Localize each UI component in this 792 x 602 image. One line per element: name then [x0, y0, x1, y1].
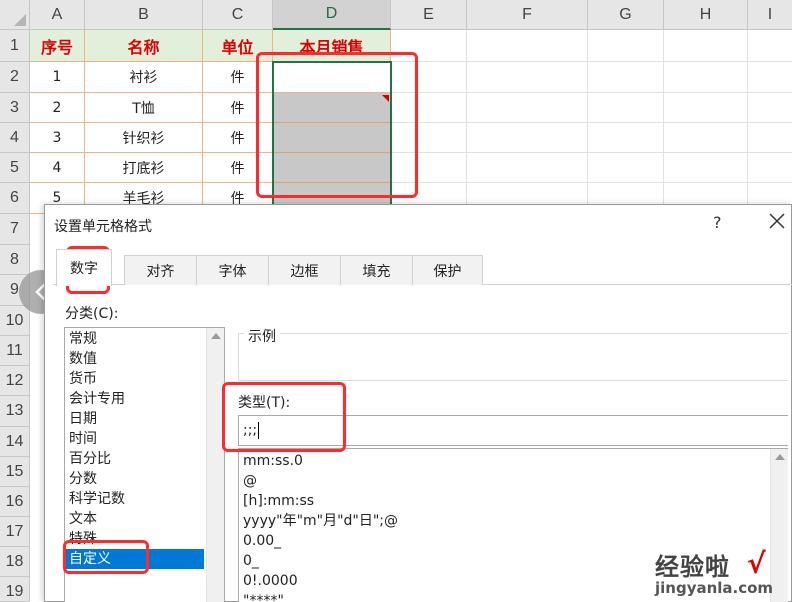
cell-a3[interactable]: 2	[30, 93, 85, 123]
row-header-12[interactable]: 12	[0, 366, 30, 396]
row-header-10[interactable]: 10	[0, 306, 30, 336]
tab-font[interactable]: 字体	[196, 255, 269, 285]
help-button[interactable]: ?	[713, 213, 722, 232]
format-code-item[interactable]: "****"	[243, 591, 284, 602]
tab-protection[interactable]: 保护	[412, 255, 483, 285]
col-header-h[interactable]: H	[664, 0, 748, 30]
row-header-3[interactable]: 3	[0, 93, 30, 123]
category-scrollbar[interactable]	[206, 328, 224, 602]
format-code-item[interactable]: [h]:mm:ss	[243, 491, 314, 511]
cell-b2[interactable]: 衬衫	[85, 62, 203, 93]
category-label: 分类(C):	[65, 306, 119, 322]
cell-b5[interactable]: 打底衫	[85, 153, 203, 183]
annotation-highlight-range	[256, 52, 418, 198]
category-item[interactable]: 数值	[69, 349, 97, 369]
row-header-5[interactable]: 5	[0, 153, 30, 183]
row-header-15[interactable]: 15	[0, 457, 30, 487]
close-icon	[769, 213, 785, 229]
category-item[interactable]: 常规	[69, 329, 97, 349]
scroll-up-icon[interactable]	[211, 333, 221, 339]
col-header-c[interactable]: C	[203, 0, 273, 30]
col-header-e[interactable]: E	[391, 0, 467, 30]
category-item[interactable]: 日期	[69, 409, 97, 429]
dialog-title: 设置单元格格式	[54, 219, 152, 235]
row-header-16[interactable]: 16	[0, 487, 30, 517]
tab-strip: 数字 对齐 字体 边框 填充 保护	[53, 249, 792, 286]
row-header-11[interactable]: 11	[0, 336, 30, 366]
row-header-4[interactable]: 4	[0, 123, 30, 153]
cell-a1[interactable]: 序号	[30, 30, 85, 62]
watermark-url: jingyanla.com	[655, 579, 774, 597]
tab-alignment[interactable]: 对齐	[124, 255, 197, 285]
col-header-a[interactable]: A	[30, 0, 85, 30]
row-header-17[interactable]: 17	[0, 517, 30, 547]
cell-b4[interactable]: 针织衫	[85, 123, 203, 153]
scroll-up-icon[interactable]	[775, 454, 785, 460]
row-header-13[interactable]: 13	[0, 396, 30, 427]
cell-a4[interactable]: 3	[30, 123, 85, 153]
checkmark-icon: √	[747, 547, 766, 580]
sample-box	[238, 333, 788, 381]
col-header-g[interactable]: G	[588, 0, 664, 30]
annotation-highlight-custom	[63, 540, 149, 574]
category-item[interactable]: 分数	[69, 469, 97, 489]
col-header-f[interactable]: F	[467, 0, 588, 30]
row-header-7[interactable]: 7	[0, 214, 30, 245]
category-item[interactable]: 科学记数	[69, 489, 125, 509]
category-item[interactable]: 时间	[69, 429, 97, 449]
row-header-19[interactable]: 19	[0, 577, 30, 602]
format-cells-dialog: 设置单元格格式 ? 数字 对齐 字体 边框 填充 保护 分类(C): 常规 数值…	[44, 204, 792, 602]
close-button[interactable]	[767, 211, 787, 231]
col-header-d[interactable]: D	[273, 0, 391, 30]
format-code-item[interactable]: 0!.0000	[243, 571, 298, 591]
tab-fill[interactable]: 填充	[340, 255, 413, 285]
category-item[interactable]: 会计专用	[69, 389, 125, 409]
watermark: 经验啦 √ jingyanla.com	[651, 547, 792, 602]
tab-number[interactable]: 数字	[56, 249, 112, 286]
cell-b3[interactable]: T恤	[85, 93, 203, 123]
select-all-corner[interactable]	[0, 0, 30, 30]
row-header-6[interactable]: 6	[0, 183, 30, 214]
category-item[interactable]: 货币	[69, 369, 97, 389]
watermark-text: 经验啦	[655, 553, 730, 581]
row-header-2[interactable]: 2	[0, 62, 30, 93]
row-header-1[interactable]: 1	[0, 30, 30, 62]
format-code-item[interactable]: 0_	[243, 551, 259, 571]
cell-b1[interactable]: 名称	[85, 30, 203, 62]
col-header-i[interactable]: I	[748, 0, 792, 30]
format-code-item[interactable]: @	[243, 471, 257, 491]
cell-a5[interactable]: 4	[30, 153, 85, 183]
tab-border[interactable]: 边框	[268, 255, 341, 285]
sample-label: 示例	[244, 326, 280, 346]
format-code-item[interactable]: mm:ss.0	[243, 451, 303, 471]
row-header-8[interactable]: 8	[0, 245, 30, 275]
category-item[interactable]: 文本	[69, 509, 97, 529]
format-code-item[interactable]: 0.00_	[243, 531, 281, 551]
row-header-18[interactable]: 18	[0, 547, 30, 577]
col-header-b[interactable]: B	[85, 0, 203, 30]
row-header-14[interactable]: 14	[0, 427, 30, 457]
annotation-highlight-type	[222, 382, 346, 452]
cell-a2[interactable]: 1	[30, 62, 85, 93]
format-code-item[interactable]: yyyy"年"m"月"d"日";@	[243, 511, 398, 531]
category-item[interactable]: 百分比	[69, 449, 111, 469]
